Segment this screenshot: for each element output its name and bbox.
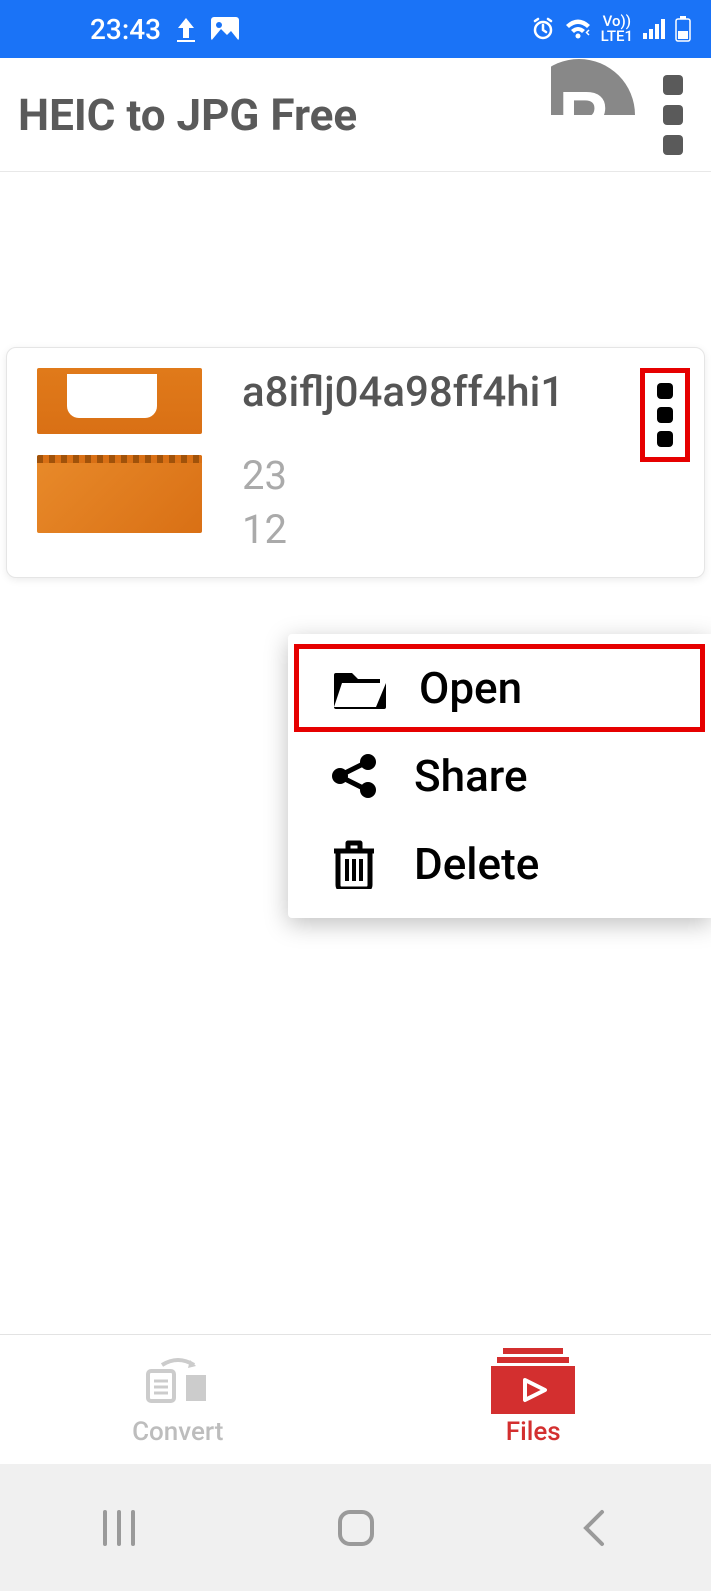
image-icon <box>211 17 239 41</box>
tab-files-label: Files <box>506 1417 561 1447</box>
folder-open-icon <box>329 667 389 709</box>
app-title: HEIC to JPG Free <box>18 89 523 141</box>
battery-icon <box>675 16 691 42</box>
alarm-icon <box>531 17 555 41</box>
tab-convert-label: Convert <box>132 1417 223 1447</box>
menu-delete[interactable]: Delete <box>288 820 711 908</box>
p-badge-icon[interactable]: P <box>523 59 635 171</box>
file-thumbnail <box>37 368 202 533</box>
share-icon <box>324 752 384 800</box>
status-bar: 23:43 Vo)) LTE1 <box>0 0 711 58</box>
nav-back[interactable] <box>533 1498 653 1558</box>
status-time: 23:43 <box>90 13 161 46</box>
tab-files[interactable]: Files <box>356 1335 711 1464</box>
network-label: Vo)) LTE1 <box>601 14 633 44</box>
svg-text:P: P <box>558 76 607 159</box>
menu-open-label: Open <box>419 662 522 714</box>
menu-share[interactable]: Share <box>288 732 711 820</box>
android-nav-bar <box>0 1464 711 1591</box>
nav-recents[interactable] <box>59 1498 179 1558</box>
nav-home[interactable] <box>296 1498 416 1558</box>
menu-delete-label: Delete <box>414 838 539 890</box>
file-card[interactable]: a8iflj04a98ff4hi1 23 12 <box>6 347 705 578</box>
upload-icon <box>175 16 197 42</box>
app-header: HEIC to JPG Free P <box>0 58 711 172</box>
tab-convert[interactable]: Convert <box>0 1335 356 1464</box>
bottom-tabs: Convert Files <box>0 1334 711 1464</box>
convert-icon <box>136 1353 220 1409</box>
menu-share-label: Share <box>414 750 528 802</box>
file-meta: 23 12 <box>242 449 600 557</box>
file-menu-button[interactable] <box>640 368 690 462</box>
menu-open[interactable]: Open <box>294 644 705 732</box>
app-menu-button[interactable] <box>653 75 693 155</box>
files-icon <box>491 1353 575 1409</box>
file-context-menu: Open Share Delete <box>288 634 711 918</box>
trash-icon <box>324 839 384 889</box>
file-name: a8iflj04a98ff4hi1 <box>242 368 600 417</box>
wifi-icon <box>565 18 591 40</box>
signal-icon <box>643 19 665 39</box>
